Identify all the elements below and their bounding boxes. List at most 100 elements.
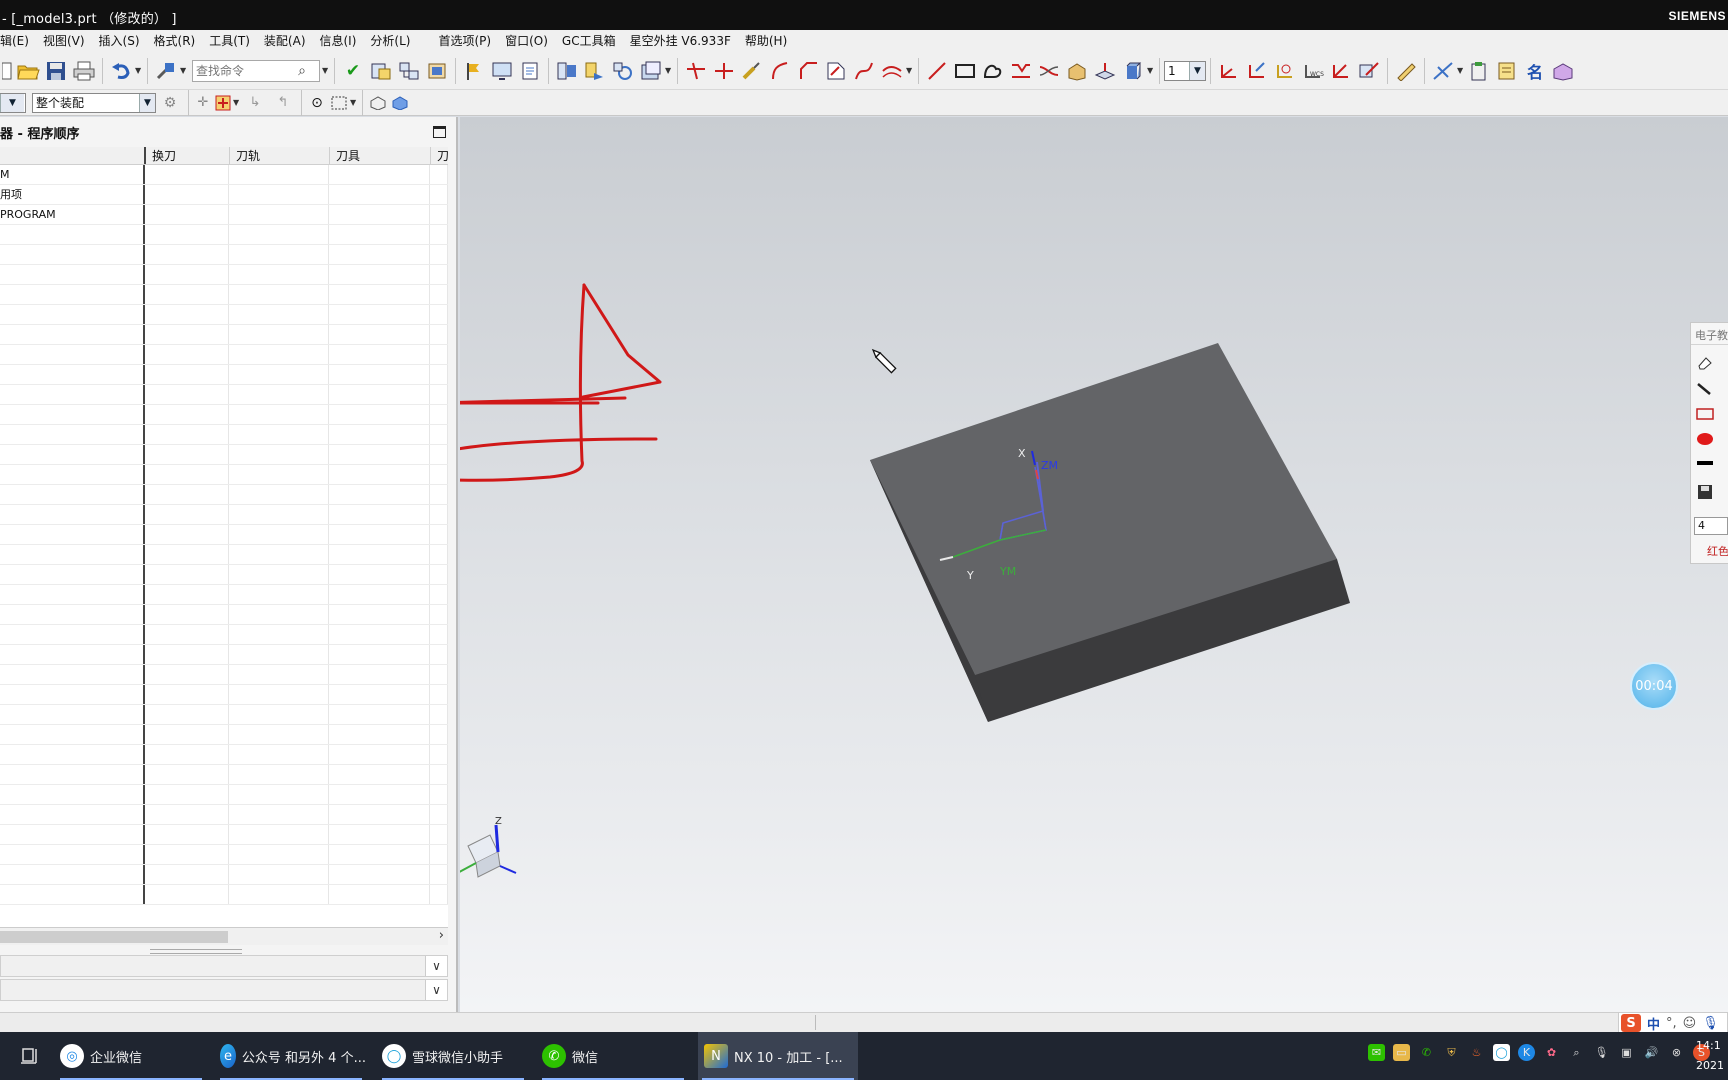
divide-curve-icon[interactable] [710,57,738,85]
extrude-dropdown-icon[interactable]: ▼ [1147,66,1155,75]
menu-xingkong-plugin[interactable]: 星空外挂 V6.933F [623,30,738,52]
workpiece-block[interactable] [870,343,1350,722]
system-clock[interactable]: 14:1 2021 [1696,1036,1724,1076]
menu-window[interactable]: 窗口(O) [498,30,555,52]
empty-table-row[interactable] [0,605,448,625]
package-icon[interactable] [1549,57,1577,85]
empty-table-row[interactable] [0,305,448,325]
eraser-icon[interactable] [1695,354,1715,372]
flag-icon[interactable] [460,57,488,85]
ellipse-tool-icon[interactable] [1695,430,1715,448]
search-tray-icon[interactable]: ⌕ [1568,1044,1585,1061]
wcs-dynamic-icon[interactable] [1243,57,1271,85]
assembly-filter-select[interactable]: 整个装配 ▼ [32,92,156,113]
select-dropdown-icon[interactable]: ▼ [350,98,358,107]
graphics-window[interactable]: X ZM Y YM Z Y [460,117,1728,1012]
undo-dropdown-icon[interactable]: ▼ [135,66,143,75]
verify-toolpath-icon[interactable]: ✔ [339,57,367,85]
empty-table-row[interactable] [0,265,448,285]
navigator-horizontal-scrollbar[interactable]: › [0,927,448,945]
wcs-orient-icon[interactable]: WCS [1299,57,1327,85]
replay-toolpath-icon[interactable] [609,57,637,85]
offset-curve-dropdown-icon[interactable]: ▼ [906,66,914,75]
search-icon[interactable]: ⌕ [291,63,313,79]
command-finder-dropdown-icon[interactable]: ▼ [180,66,188,75]
arrow-up-icon[interactable]: ↰ [269,89,297,117]
empty-table-row[interactable] [0,345,448,365]
empty-table-row[interactable] [0,885,448,905]
menu-help[interactable]: 帮助(H) [738,30,794,52]
command-search-input[interactable] [193,60,291,81]
empty-table-row[interactable] [0,865,448,885]
arrow-right-icon[interactable]: ↳ [241,89,269,117]
wechat-tray-icon[interactable]: ✆ [1418,1044,1435,1061]
ime-punctuation-icon[interactable]: °, [1666,1016,1677,1031]
chamfer-icon[interactable] [794,57,822,85]
table-row[interactable]: PROGRAM [0,205,448,225]
k-tray-icon[interactable]: K [1518,1044,1535,1061]
pen-icon[interactable] [1695,380,1715,398]
empty-table-row[interactable] [0,665,448,685]
empty-table-row[interactable] [0,745,448,765]
print-icon[interactable] [70,57,98,85]
chevron-right-icon[interactable]: › [439,928,444,943]
details-panel[interactable]: ∨ [0,955,448,977]
column-header-toolpath[interactable]: 刀轨 [230,147,330,164]
fillet-icon[interactable] [766,57,794,85]
empty-table-row[interactable] [0,585,448,605]
save-drawing-icon[interactable] [1695,483,1715,501]
display-icon[interactable] [488,57,516,85]
clipboard-icon[interactable] [1465,57,1493,85]
menu-insert[interactable]: 插入(S) [92,30,147,52]
snap-point-icon[interactable]: ✛ [193,89,213,117]
empty-table-row[interactable] [0,225,448,245]
curve-from-bodies-icon[interactable] [1007,57,1035,85]
datum-axis-icon[interactable] [1429,57,1457,85]
wcs-origin-icon[interactable] [1215,57,1243,85]
maximize-icon[interactable] [433,126,446,138]
sketch-icon[interactable] [822,57,850,85]
bridge-curve-icon[interactable] [1035,57,1063,85]
search-dropdown-icon[interactable]: ▼ [322,66,330,75]
postprocess-icon[interactable] [637,57,665,85]
undo-icon[interactable] [107,57,135,85]
menu-tools[interactable]: 工具(T) [202,30,257,52]
pen-size-select[interactable]: 4 [1694,517,1728,535]
empty-table-row[interactable] [0,525,448,545]
menu-edit[interactable]: 辑(E) [0,30,36,52]
menu-information[interactable]: 信息(I) [313,30,364,52]
sogou-ime-icon[interactable]: S [1621,1014,1641,1032]
app-tray-icon[interactable]: ◯ [1493,1044,1510,1061]
empty-table-row[interactable] [0,325,448,345]
shield-icon[interactable]: ⛨ [1443,1044,1460,1061]
spline-icon[interactable] [850,57,878,85]
select-center-icon[interactable]: ⊙ [306,89,328,117]
chat-tray-icon[interactable]: ✉ [1368,1044,1385,1061]
profile-icon[interactable] [979,57,1007,85]
flame-tray-icon[interactable]: ♨ [1468,1044,1485,1061]
trim-curve-icon[interactable] [682,57,710,85]
wireframe-icon[interactable] [367,89,389,117]
table-row[interactable]: 用项 [0,185,448,205]
shaded-view-icon[interactable] [389,89,411,117]
create-tool-icon[interactable] [395,57,423,85]
taskbar-item-snowball[interactable]: ◯ 雪球微信小助手 [378,1032,528,1080]
ime-voice-icon[interactable]: 🎙 [1702,1016,1719,1031]
menu-assembly[interactable]: 装配(A) [257,30,313,52]
dependencies-panel[interactable]: ∨ [0,979,448,1001]
panel-splitter-handle[interactable] [150,949,242,954]
empty-table-row[interactable] [0,285,448,305]
scrollbar-thumb[interactable] [0,931,228,943]
ime-toolbar[interactable]: S 中 °, ☺ 🎙 [1618,1012,1728,1034]
rename-icon[interactable]: 名 [1521,57,1549,85]
empty-table-row[interactable] [0,765,448,785]
taskbar-item-wework[interactable]: ◎ 企业微信 [56,1032,206,1080]
taskbar-item-edge[interactable]: e 公众号 和另外 4 个... [216,1032,366,1080]
empty-table-row[interactable] [0,645,448,665]
point-constructor-icon[interactable] [213,89,233,117]
generate-toolpath-icon[interactable] [581,57,609,85]
extract-geometry-icon[interactable] [1063,57,1091,85]
report-icon[interactable] [1493,57,1521,85]
type-filter-select[interactable]: ▼ [0,92,26,113]
empty-table-row[interactable] [0,465,448,485]
